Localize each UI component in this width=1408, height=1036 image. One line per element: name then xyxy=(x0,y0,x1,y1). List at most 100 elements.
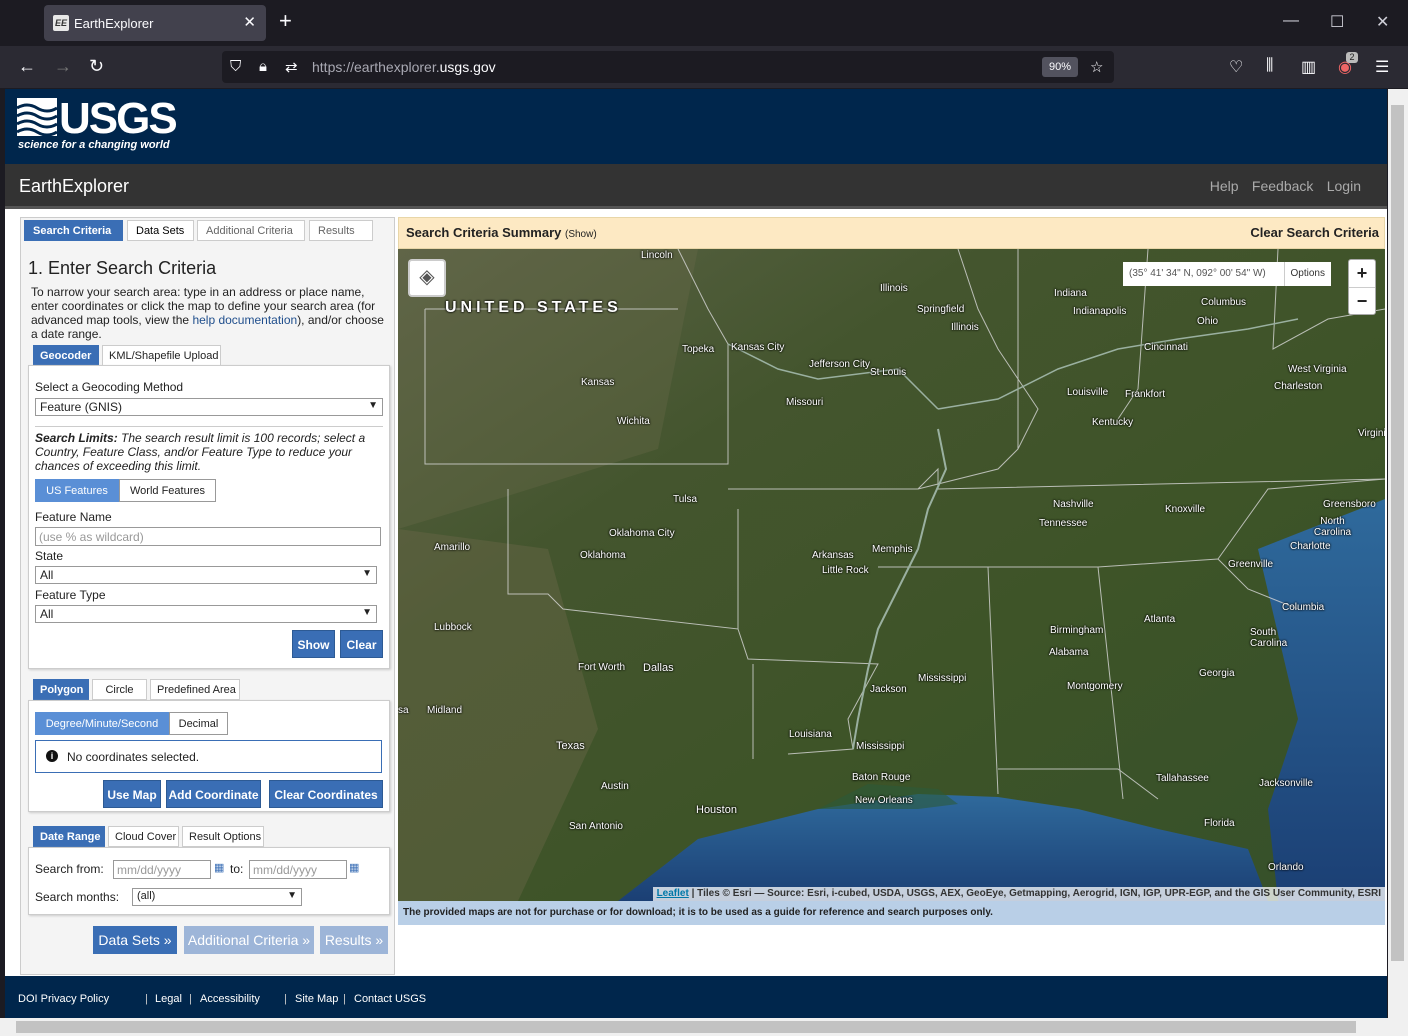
us-features-button[interactable]: US Features xyxy=(35,479,119,502)
chevron-down-icon: ▼ xyxy=(362,607,372,618)
scrollbar-thumb[interactable] xyxy=(16,1021,1356,1033)
calendar-icon[interactable]: ▦ xyxy=(349,861,359,874)
use-map-button[interactable]: Use Map xyxy=(103,780,161,808)
lock-icon[interactable]: 🔒︎ xyxy=(259,58,267,75)
world-features-button[interactable]: World Features xyxy=(119,479,216,502)
map-options-button[interactable]: Options xyxy=(1283,262,1331,286)
login-link[interactable]: Login xyxy=(1327,178,1361,194)
map-label: West Virginia xyxy=(1288,364,1347,375)
map-label: Tennessee xyxy=(1039,518,1088,529)
layers-icon[interactable]: ◈ xyxy=(408,259,446,297)
menu-icon[interactable]: ☰ xyxy=(1375,57,1389,77)
footer-link-legal[interactable]: Legal xyxy=(155,993,182,1005)
map-label: Ohio xyxy=(1197,316,1219,327)
vertical-scrollbar[interactable] xyxy=(1388,89,1408,1019)
map-label: Montgomery xyxy=(1067,681,1123,692)
tab-search-criteria[interactable]: Search Criteria xyxy=(24,220,123,241)
tab-data-sets[interactable]: Data Sets xyxy=(127,220,194,241)
map-label: Fort Worth xyxy=(578,662,626,673)
tab-predefined-area[interactable]: Predefined Area xyxy=(150,679,240,700)
forward-icon[interactable]: → xyxy=(54,56,72,77)
browser-navbar: ← → ↻ ⛉ 🔒︎ ⇄ https://earthexplorer.usgs.… xyxy=(0,46,1408,88)
map-label: Frankfort xyxy=(1125,389,1166,400)
zoom-out-button[interactable]: − xyxy=(1349,287,1375,314)
pocket-icon[interactable]: ♡ xyxy=(1229,57,1243,77)
zoom-level[interactable]: 90% xyxy=(1042,57,1078,77)
zoom-in-button[interactable]: + xyxy=(1349,260,1375,287)
show-button[interactable]: Show xyxy=(292,630,335,658)
geocoding-method-select[interactable]: Feature (GNIS) ▼ xyxy=(35,398,383,416)
tab-circle[interactable]: Circle xyxy=(92,679,147,700)
map[interactable]: UNITED STATES Lincoln Illinois Springfie… xyxy=(398,249,1385,901)
window-close-icon[interactable]: ✕ xyxy=(1376,12,1389,32)
back-icon[interactable]: ← xyxy=(18,56,36,77)
feedback-link[interactable]: Feedback xyxy=(1252,178,1313,194)
leaflet-link[interactable]: Leaflet xyxy=(657,888,689,899)
clear-button[interactable]: Clear xyxy=(340,630,383,658)
clear-search-criteria-link[interactable]: Clear Search Criteria xyxy=(1250,225,1379,240)
footer-link-sitemap[interactable]: Site Map xyxy=(295,993,338,1005)
footer-link-contact[interactable]: Contact USGS xyxy=(354,993,426,1005)
map-label: Kansas City xyxy=(731,342,785,353)
tab-result-options[interactable]: Result Options xyxy=(182,826,264,847)
footer-link-privacy[interactable]: DOI Privacy Policy xyxy=(18,993,109,1005)
map-label: New Orleans xyxy=(855,795,913,806)
browser-tab[interactable]: EE EarthExplorer ✕ xyxy=(44,5,266,41)
scrollbar-thumb[interactable] xyxy=(1391,105,1404,961)
map-label: San Antonio xyxy=(569,821,623,832)
tab-polygon[interactable]: Polygon xyxy=(33,679,89,700)
usgs-logo-text[interactable]: USGS xyxy=(59,94,178,144)
geocoder-box: Select a Geocoding Method Feature (GNIS)… xyxy=(28,365,390,669)
chevron-down-icon: ▼ xyxy=(368,400,378,411)
clear-coordinates-button[interactable]: Clear Coordinates xyxy=(269,780,383,808)
tab-additional-criteria[interactable]: Additional Criteria xyxy=(197,220,305,241)
tab-results[interactable]: Results xyxy=(309,220,373,241)
map-label: Midland xyxy=(427,705,463,716)
add-coordinate-button[interactable]: Add Coordinate xyxy=(166,780,261,808)
horizontal-scrollbar[interactable] xyxy=(0,1018,1408,1036)
sidebar-icon[interactable]: ▥ xyxy=(1301,57,1316,77)
footer-link-accessibility[interactable]: Accessibility xyxy=(200,993,260,1005)
tab-geocoder[interactable]: Geocoder xyxy=(33,345,99,366)
search-from-input[interactable]: mm/dd/yyyy xyxy=(113,860,211,879)
close-tab-icon[interactable]: ✕ xyxy=(243,13,256,31)
reload-icon[interactable]: ↻ xyxy=(89,56,104,77)
feature-type-select[interactable]: All ▼ xyxy=(35,605,377,623)
calendar-icon[interactable]: ▦ xyxy=(214,861,224,874)
state-select[interactable]: All ▼ xyxy=(35,566,377,584)
maximize-icon[interactable]: ☐ xyxy=(1330,12,1344,32)
map-disclaimer: The provided maps are not for purchase o… xyxy=(398,901,1385,925)
help-link[interactable]: Help xyxy=(1210,178,1239,194)
map-label: North Carolina xyxy=(1313,516,1352,538)
url-bar[interactable]: ⛉ 🔒︎ ⇄ https://earthexplorer.usgs.gov 90… xyxy=(222,51,1114,83)
new-tab-icon[interactable]: + xyxy=(279,10,292,32)
map-label: Austin xyxy=(601,781,629,792)
map-label: Kentucky xyxy=(1092,417,1134,428)
map-label: Columbus xyxy=(1201,297,1247,308)
app-name[interactable]: EarthExplorer xyxy=(19,176,129,197)
map-label: Topeka xyxy=(682,344,715,355)
feature-name-input[interactable]: (use % as wildcard) xyxy=(35,527,381,546)
page-footer: DOI Privacy Policy | Legal | Accessibili… xyxy=(5,976,1387,1019)
search-months-select[interactable]: (all) ▼ xyxy=(132,888,302,906)
tab-date-range[interactable]: Date Range xyxy=(33,826,105,847)
decimal-button[interactable]: Decimal xyxy=(169,712,228,735)
results-button[interactable]: Results » xyxy=(320,926,388,954)
tab-kml-upload[interactable]: KML/Shapefile Upload xyxy=(102,345,221,366)
help-doc-link[interactable]: help documentation xyxy=(192,313,297,327)
permissions-icon[interactable]: ⇄ xyxy=(285,58,298,76)
tab-cloud-cover[interactable]: Cloud Cover xyxy=(108,826,179,847)
shield-icon[interactable]: ⛉ xyxy=(230,58,241,75)
summary-show-link[interactable]: (Show) xyxy=(565,229,597,240)
map-label: Tallahassee xyxy=(1156,773,1209,784)
map-label: Arkansas xyxy=(812,550,854,561)
data-sets-button[interactable]: Data Sets » xyxy=(93,926,177,954)
map-label: Orlando xyxy=(1268,862,1304,873)
search-to-input[interactable]: mm/dd/yyyy xyxy=(249,860,347,879)
zoom-control: + − xyxy=(1348,259,1376,315)
dms-button[interactable]: Degree/Minute/Second xyxy=(35,712,169,735)
minimize-icon[interactable]: — xyxy=(1283,12,1299,30)
additional-criteria-button[interactable]: Additional Criteria » xyxy=(184,926,314,954)
library-icon[interactable]: ⫼ xyxy=(1266,57,1273,75)
bookmark-star-icon[interactable]: ☆ xyxy=(1090,58,1103,76)
